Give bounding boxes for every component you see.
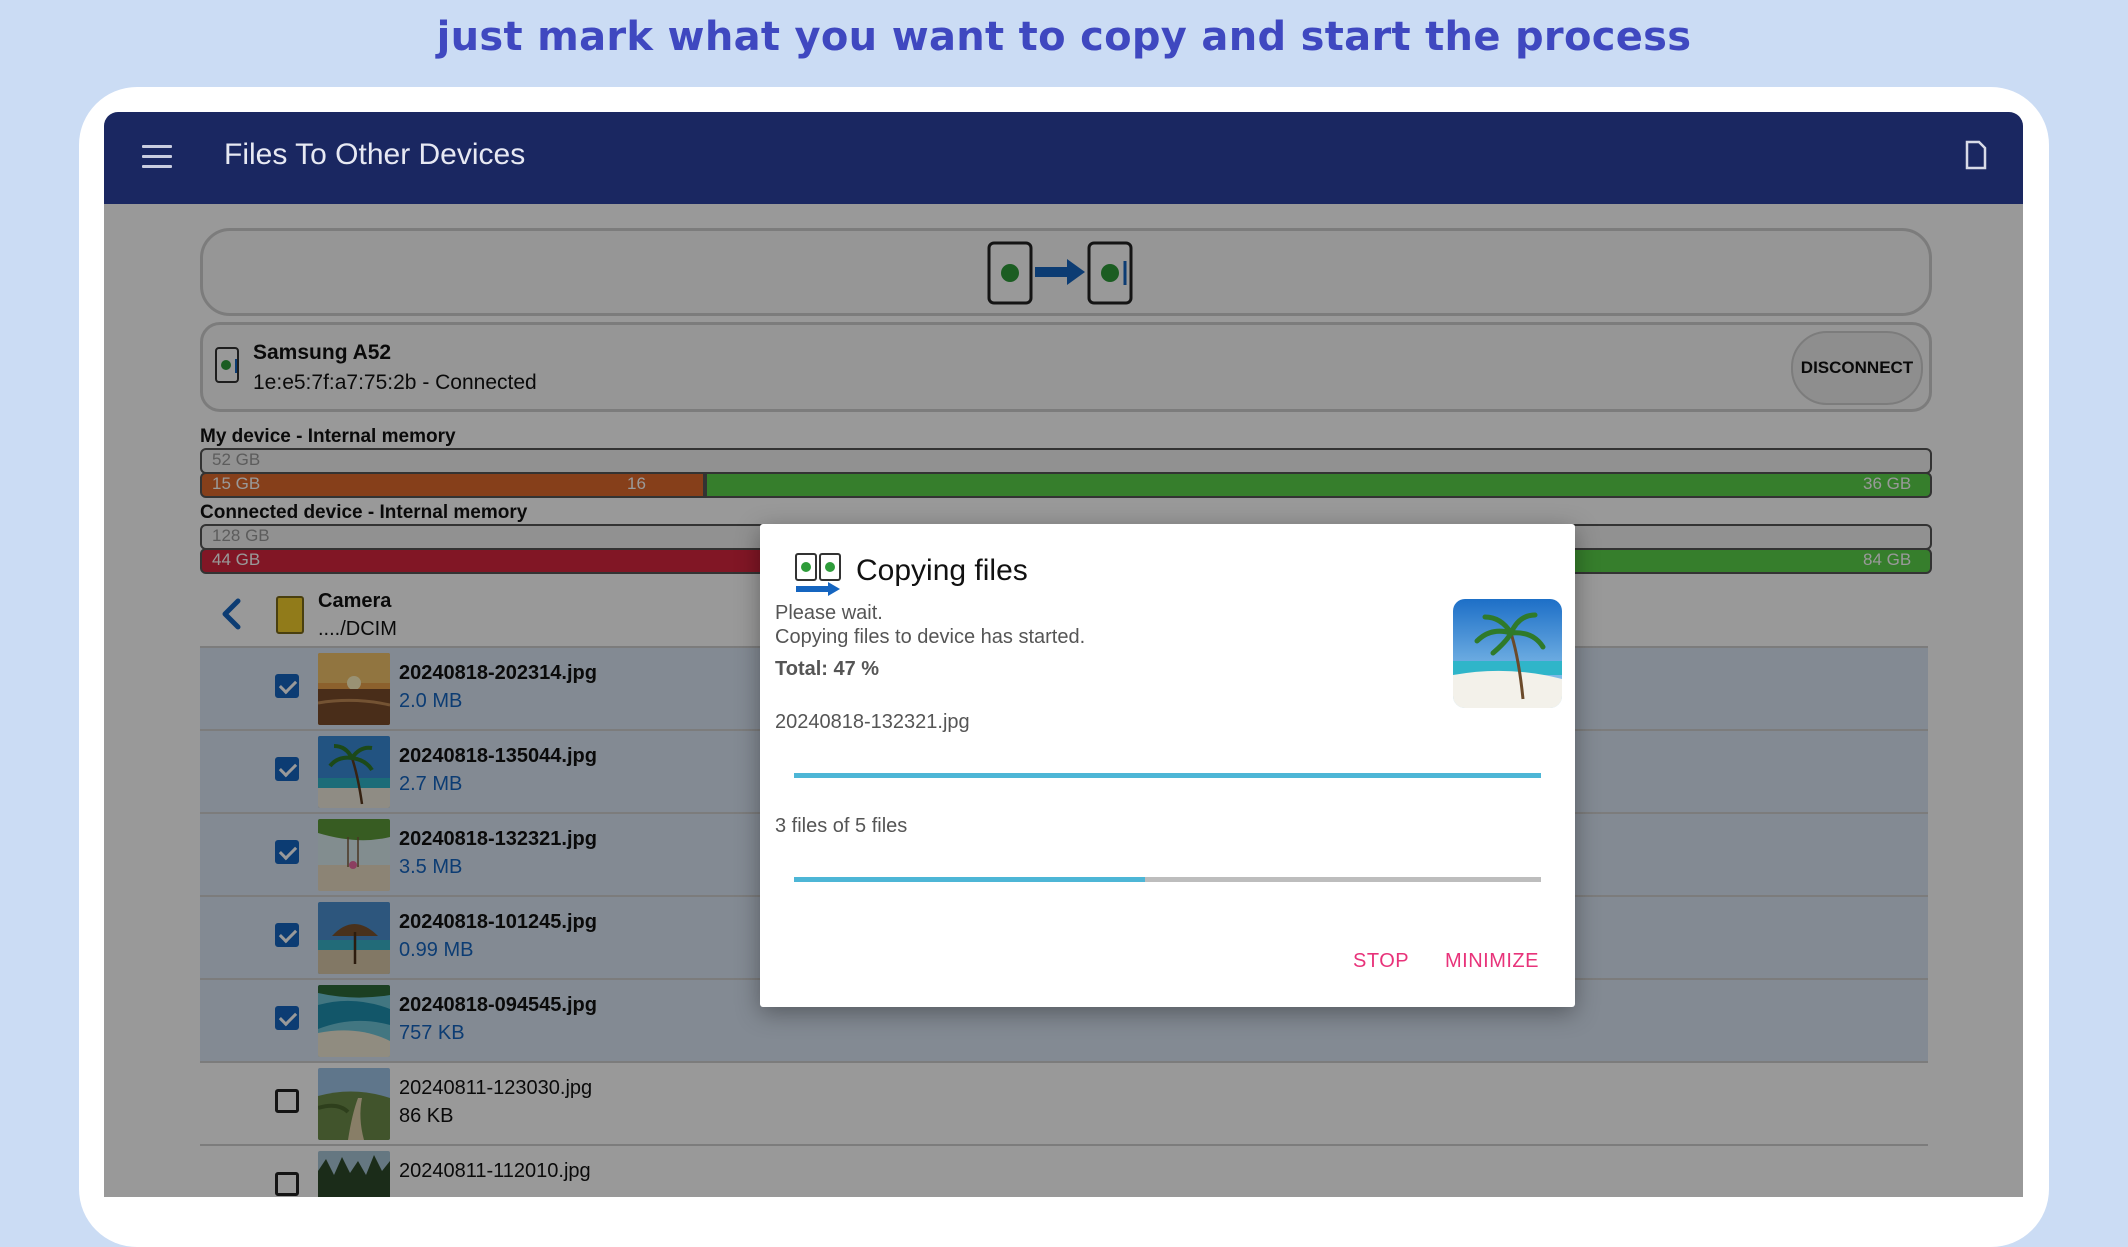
app-screen: Files To Other Devices Samsung A52 1e:e5… [104, 112, 2023, 1197]
minimize-button[interactable]: MINIMIZE [1445, 950, 1539, 973]
copying-dialog: Copying files Please wait. Copying files… [760, 524, 1575, 1007]
app-bar: Files To Other Devices [104, 112, 2023, 204]
dialog-total-percent: Total: 47 % [775, 658, 880, 680]
overall-progress-bar [794, 877, 1541, 882]
copy-devices-icon [795, 553, 841, 596]
stop-button[interactable]: STOP [1353, 950, 1409, 973]
overall-progress-fill [794, 877, 1146, 882]
current-file-thumbnail [1453, 599, 1562, 708]
dialog-wait-text: Please wait. [775, 602, 883, 624]
file-progress-fill [794, 773, 1541, 778]
document-icon[interactable] [1965, 140, 1987, 170]
menu-icon[interactable] [142, 145, 172, 171]
dialog-title: Copying files [856, 554, 1028, 587]
app-title: Files To Other Devices [224, 138, 526, 171]
dialog-status-text: Copying files to device has started. [775, 626, 1086, 648]
files-count-text: 3 files of 5 files [775, 815, 908, 837]
file-progress-bar [794, 773, 1541, 778]
promo-caption: just mark what you want to copy and star… [436, 14, 1692, 60]
current-file-name: 20240818-132321.jpg [775, 711, 970, 733]
